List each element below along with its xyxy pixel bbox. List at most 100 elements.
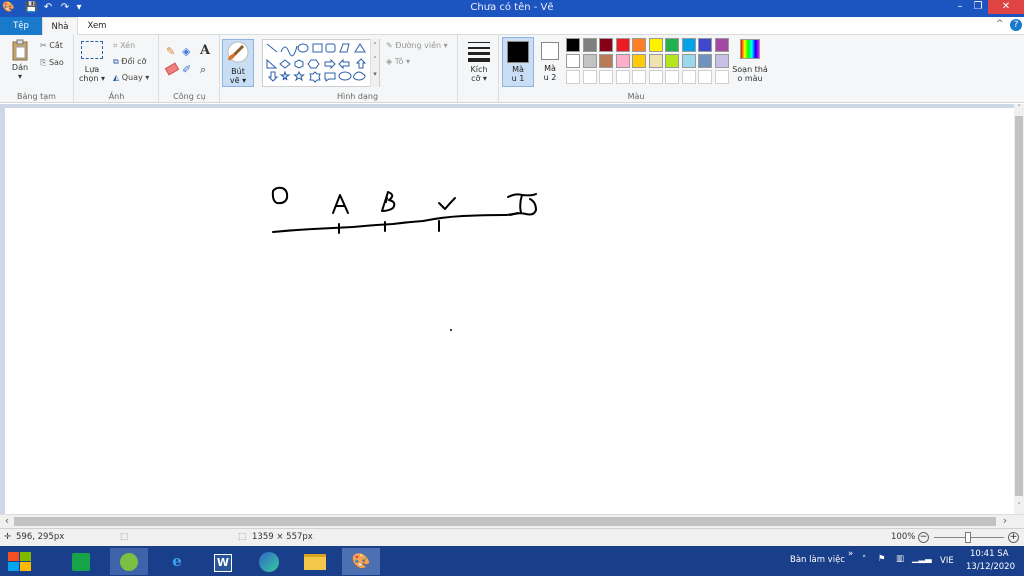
- shapes-scroll[interactable]: ˄ ˅ ▾: [370, 39, 379, 87]
- shapes-gallery[interactable]: [262, 39, 380, 87]
- edit-colors-button[interactable]: Soạn thả o màu: [730, 39, 770, 83]
- copy-button[interactable]: ⎘ Sao: [40, 58, 64, 68]
- select-button[interactable]: Lựa chọn ▾: [79, 41, 105, 83]
- word-taskbar-icon[interactable]: W: [204, 548, 242, 575]
- palette-color-swatch[interactable]: [632, 54, 646, 68]
- palette-color-swatch[interactable]: [615, 54, 630, 68]
- scroll-right-icon[interactable]: ›: [1000, 515, 1010, 528]
- palette-color-swatch[interactable]: [648, 54, 663, 68]
- line-shape-icon: [266, 43, 278, 53]
- palette-color-swatch[interactable]: [566, 54, 580, 68]
- hexagon-shape-icon: [307, 59, 320, 69]
- scroll-left-icon[interactable]: ‹: [2, 515, 12, 528]
- pentagon-shape-icon: [294, 59, 304, 69]
- edge-taskbar-icon[interactable]: [250, 548, 288, 575]
- store-taskbar-icon[interactable]: [62, 548, 100, 575]
- tab-home[interactable]: Nhà: [42, 17, 78, 35]
- custom-color-slot[interactable]: [615, 70, 630, 84]
- colors-group-label: Màu: [627, 92, 645, 101]
- horizontal-scroll-thumb[interactable]: [14, 517, 996, 526]
- palette-color-swatch[interactable]: [566, 38, 580, 52]
- copy-icon: ⎘: [40, 58, 47, 67]
- cut-button[interactable]: ✂ Cắt: [40, 41, 63, 50]
- cursor-position-icon: ✛: [4, 532, 12, 542]
- eraser-icon[interactable]: [164, 62, 180, 76]
- horizontal-scrollbar[interactable]: ‹ ›: [0, 514, 1024, 528]
- zoom-slider-thumb[interactable]: [965, 532, 971, 543]
- palette-color-swatch[interactable]: [665, 38, 679, 52]
- zoom-in-button[interactable]: +: [1008, 532, 1019, 543]
- palette-color-swatch[interactable]: [632, 38, 646, 52]
- fill-button[interactable]: ◈ Tô ▾: [386, 57, 410, 66]
- palette-color-swatch[interactable]: [615, 38, 630, 52]
- language-indicator[interactable]: VIE: [940, 556, 954, 566]
- ie-taskbar-icon[interactable]: e: [158, 548, 196, 575]
- resize-button[interactable]: ⧉ Đổi cỡ: [113, 57, 146, 67]
- palette-color-swatch[interactable]: [665, 54, 679, 68]
- green-app-icon: [120, 552, 138, 571]
- scroll-down-icon[interactable]: ˅: [1014, 502, 1024, 512]
- palette-color-swatch[interactable]: [582, 38, 597, 52]
- pencil-icon[interactable]: ✎: [166, 45, 175, 58]
- signal-icon[interactable]: ▁▂▃: [912, 554, 932, 564]
- magnifier-icon[interactable]: ⌕: [200, 63, 206, 77]
- tab-view[interactable]: Xem: [80, 17, 114, 35]
- palette-color-swatch[interactable]: [714, 38, 729, 52]
- custom-color-slot[interactable]: [566, 70, 580, 84]
- scroll-up-icon[interactable]: ˄: [1014, 104, 1024, 114]
- tools-group: ✎ ◈ A ✐ ⌕ Công cụ: [160, 35, 220, 103]
- brushes-button[interactable]: Bút vẽ ▾: [222, 39, 254, 87]
- palette-color-swatch[interactable]: [698, 38, 712, 52]
- vertical-scroll-thumb[interactable]: [1015, 116, 1023, 496]
- desktop-toolbar-label[interactable]: Bàn làm việc: [790, 555, 845, 565]
- six-point-star-shape-icon: [309, 71, 321, 83]
- clock-date[interactable]: 13/12/2020: [966, 562, 1015, 572]
- text-tool-icon[interactable]: A: [200, 43, 210, 58]
- app-taskbar-icon[interactable]: [110, 548, 148, 575]
- help-icon[interactable]: ?: [1010, 19, 1022, 31]
- palette-color-swatch[interactable]: [599, 54, 613, 68]
- crop-button[interactable]: ⌗ Xén: [113, 41, 135, 51]
- custom-color-slot[interactable]: [714, 70, 729, 84]
- paint-taskbar-icon[interactable]: 🎨: [342, 548, 380, 575]
- custom-color-slot[interactable]: [599, 70, 613, 84]
- explorer-taskbar-icon[interactable]: [296, 548, 334, 575]
- collapse-ribbon-icon[interactable]: ^: [996, 19, 1004, 29]
- show-hidden-icons[interactable]: ˄: [862, 555, 866, 565]
- custom-color-slot[interactable]: [665, 70, 679, 84]
- palette-color-swatch[interactable]: [582, 54, 597, 68]
- network-icon[interactable]: ▥: [896, 554, 904, 564]
- paste-button[interactable]: Dán ▾: [6, 39, 34, 81]
- right-triangle-shape-icon: [266, 58, 278, 69]
- color2-button[interactable]: Mà u 2: [536, 37, 564, 87]
- fill-bucket-icon[interactable]: ◈: [182, 45, 190, 58]
- rotate-button[interactable]: ◭ Quay ▾: [113, 73, 149, 82]
- vertical-scrollbar[interactable]: ˄ ˅: [1014, 104, 1024, 514]
- ribbon-tabs: Tệp Nhà Xem ^ ?: [0, 17, 1024, 35]
- palette-color-swatch[interactable]: [698, 54, 712, 68]
- rounded-rectangle-shape-icon: [325, 43, 336, 53]
- color-picker-icon[interactable]: ✐: [182, 63, 191, 76]
- clock-time[interactable]: 10:41 SA: [970, 549, 1009, 559]
- zoom-out-button[interactable]: −: [918, 532, 929, 543]
- toolbar-chevron[interactable]: »: [848, 549, 853, 559]
- palette-color-swatch[interactable]: [599, 38, 613, 52]
- drawing-canvas[interactable]: [5, 108, 1015, 514]
- custom-color-slot[interactable]: [648, 70, 663, 84]
- custom-color-slot[interactable]: [582, 70, 597, 84]
- palette-color-swatch[interactable]: [681, 38, 696, 52]
- size-button[interactable]: Kích cỡ ▾: [465, 39, 493, 83]
- custom-color-slot[interactable]: [632, 70, 646, 84]
- close-button[interactable]: ✕: [988, 0, 1024, 14]
- tab-file[interactable]: Tệp: [0, 17, 42, 35]
- color1-button[interactable]: Mà u 1: [502, 37, 534, 87]
- palette-color-swatch[interactable]: [681, 54, 696, 68]
- flag-icon[interactable]: ⚑: [878, 554, 886, 564]
- custom-color-slot[interactable]: [681, 70, 696, 84]
- start-button[interactable]: [2, 548, 38, 575]
- palette-color-swatch[interactable]: [648, 38, 663, 52]
- custom-color-slot[interactable]: [698, 70, 712, 84]
- crop-icon: ⌗: [113, 41, 118, 50]
- outline-button[interactable]: ✎ Đường viền ▾: [386, 41, 448, 50]
- palette-color-swatch[interactable]: [714, 54, 729, 68]
